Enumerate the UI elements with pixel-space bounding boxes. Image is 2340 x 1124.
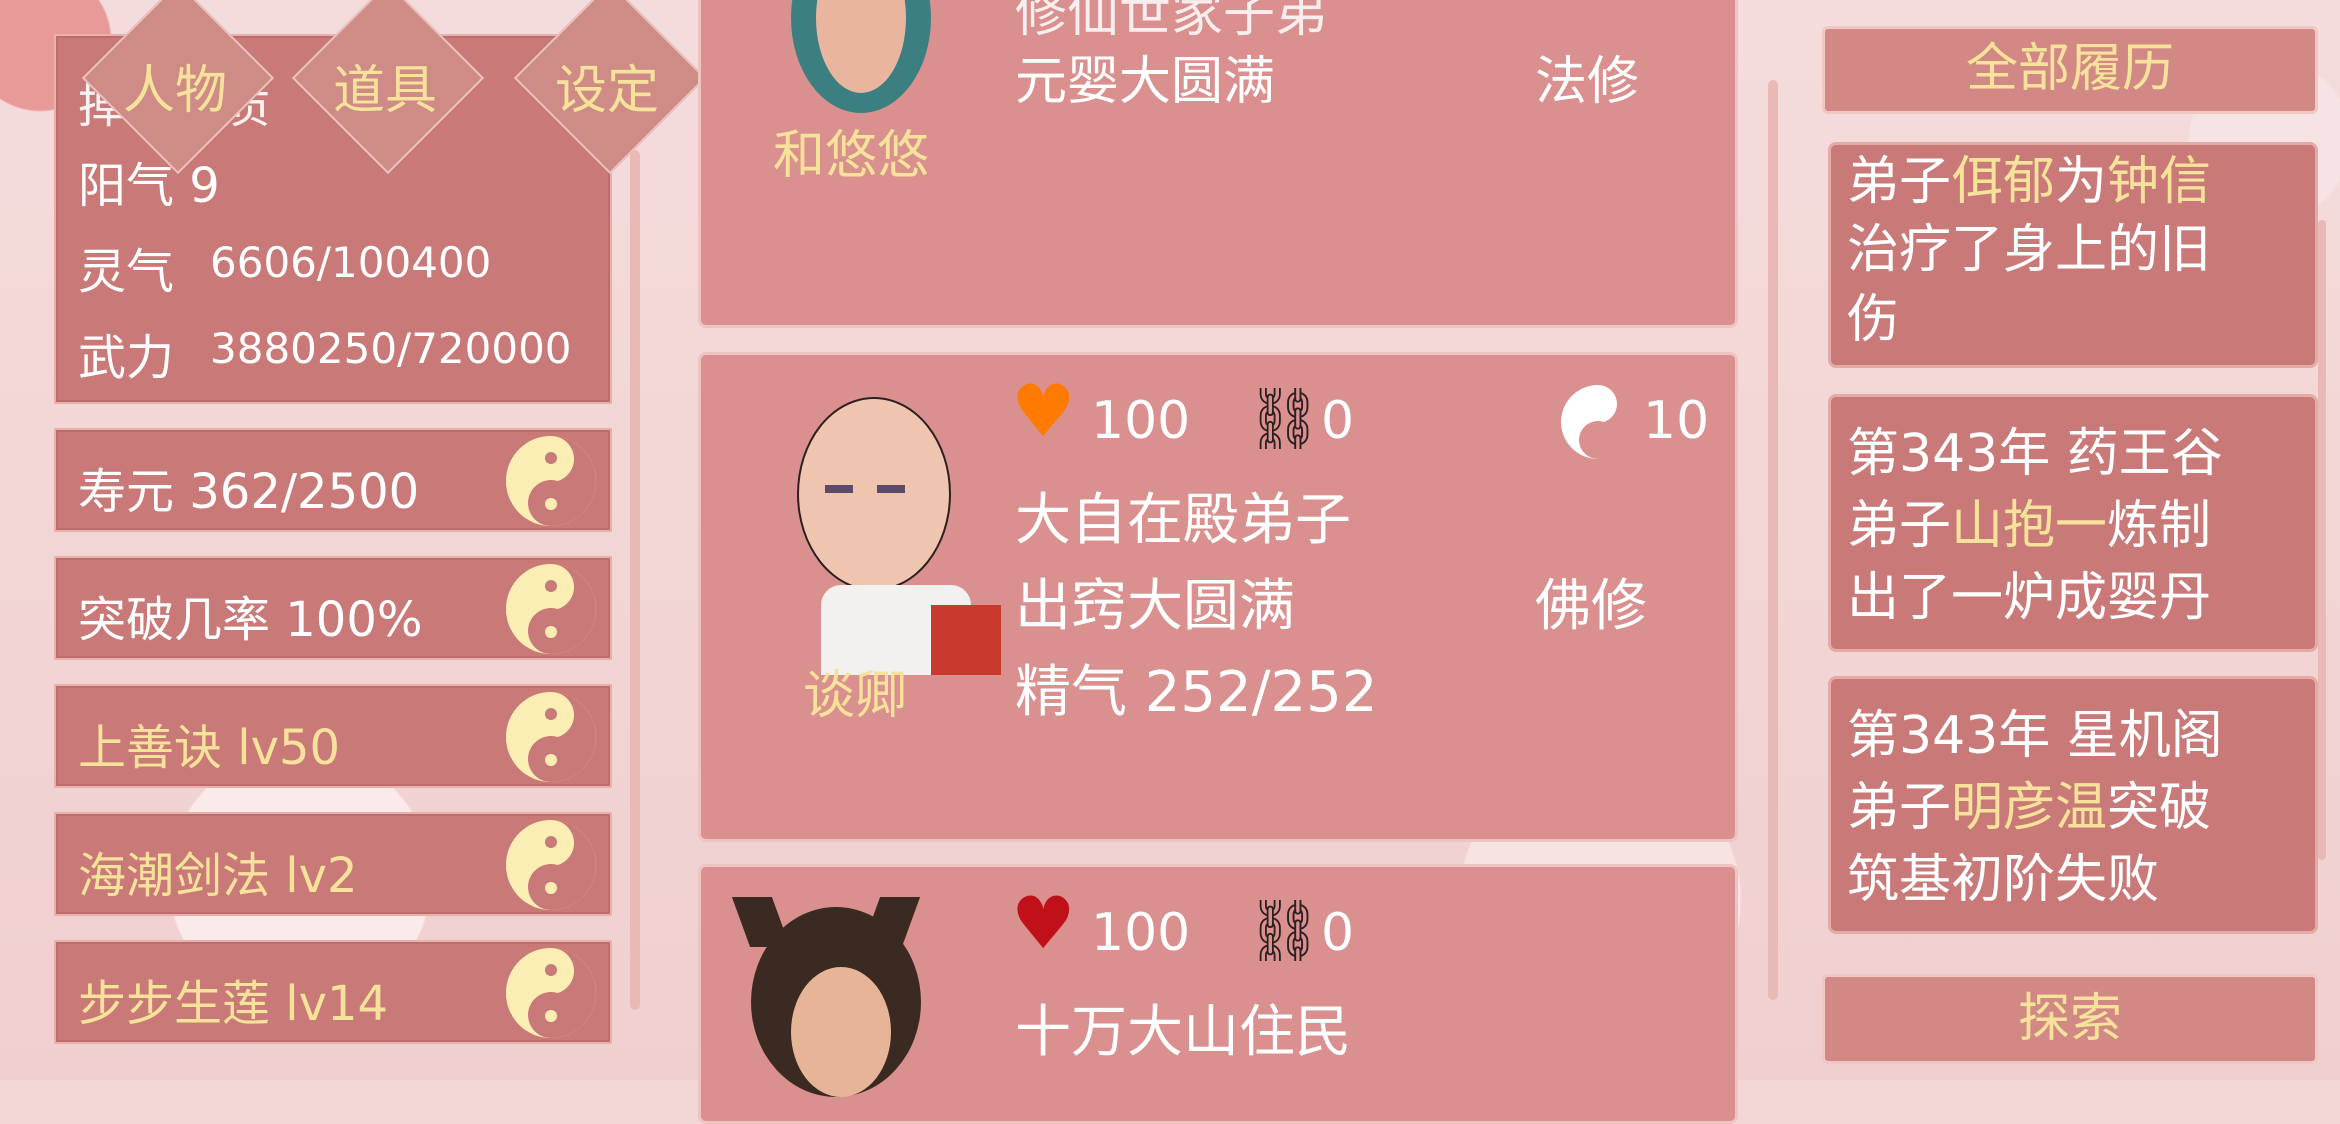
history-entry: 第343年 星机阁 弟子明彦温突破 筑基初阶失败 [1828,676,2318,934]
history-line: 治疗了身上的旧 [1847,220,2212,280]
history-line: 第343年 药王谷 [1847,424,2223,484]
character-realm: 元婴大圆满 [1015,52,1276,112]
character-card[interactable]: 和悠悠 修仙世家子弟 元婴大圆满 法修 [698,0,1738,328]
history-line: 第343年 星机阁 [1847,706,2223,766]
character-card[interactable]: 谈卿 ♥ 100 ⛓ 0 10 大自在殿弟子 出窍大圆满 佛修 精气 252/2… [698,352,1738,842]
shackles-value: 0 [1321,903,1355,963]
heart-icon: ♥ [1011,881,1076,965]
wu-li-label: 武力 [78,330,175,386]
history-line: 弟子山抱一炼制 [1847,496,2212,556]
shackles-icon: ⛓ [1246,384,1323,454]
history-scrollbar[interactable] [2318,220,2326,860]
yinyang-value: 10 [1643,391,1710,451]
attribute-row[interactable]: 步步生莲 lv14 [54,940,612,1044]
shackles-value: 0 [1321,391,1355,451]
favor-value: 100 [1091,391,1191,451]
attribute-row[interactable]: 寿元 362/2500 [54,428,612,532]
character-portrait [731,897,961,1097]
history-line: 弟子佴郁为钟信 [1847,152,2212,212]
left-scrollbar[interactable] [630,150,640,1010]
yinyang-icon[interactable] [506,436,596,526]
heart-icon: ♥ [1011,369,1076,453]
ling-qi-label: 灵气 [78,244,175,300]
history-line: 出了一炉成婴丹 [1847,568,2212,628]
yinyang-icon[interactable] [506,820,596,910]
explore-button[interactable]: 探索 [1822,974,2318,1064]
character-name: 和悠悠 [773,126,930,186]
menu-item-items[interactable]: 道具 [290,0,490,175]
character-portrait [761,385,1001,675]
middle-scrollbar[interactable] [1768,80,1778,1000]
yinyang-icon[interactable] [506,948,596,1038]
attribute-label: 海潮剑法 lv2 [78,848,358,904]
attribute-row[interactable]: 上善诀 lv50 [54,684,612,788]
character-path: 佛修 [1535,574,1647,639]
favor-value: 100 [1091,903,1191,963]
ling-qi-value: 6606/100400 [210,238,492,287]
character-realm: 出窍大圆满 [1015,574,1295,639]
menu-item-settings[interactable]: 设定 [512,0,712,175]
yinyang-icon[interactable] [506,564,596,654]
character-name: 谈卿 [803,666,908,726]
attribute-label: 突破几率 100% [78,592,423,648]
attribute-row[interactable]: 海潮剑法 lv2 [54,812,612,916]
attribute-row[interactable]: 突破几率 100% [54,556,612,660]
wu-li-value: 3880250/720000 [210,324,572,373]
attribute-label: 上善诀 lv50 [78,720,341,776]
history-line: 伤 [1847,290,1900,350]
history-line: 弟子明彦温突破 [1847,778,2212,838]
character-faction: 十万大山住民 [1015,1000,1351,1065]
yinyang-icon[interactable] [506,692,596,782]
character-essence: 精气 252/252 [1015,660,1378,725]
character-faction: 大自在殿弟子 [1015,488,1351,553]
yinyang-icon [1561,385,1635,459]
menu-item-character[interactable]: 人物 [80,0,280,175]
character-card[interactable]: ♥ 100 ⛓ 0 十万大山住民 [698,864,1738,1124]
shackles-icon: ⛓ [1246,896,1323,966]
all-history-button[interactable]: 全部履历 [1822,26,2318,114]
history-line: 筑基初阶失败 [1847,850,2160,910]
attribute-label: 步步生莲 lv14 [78,976,389,1032]
character-path: 法修 [1535,52,1640,112]
history-entry: 第343年 药王谷 弟子山抱一炼制 出了一炉成婴丹 [1828,394,2318,652]
history-entry: 弟子佴郁为钟信 治疗了身上的旧 伤 [1828,142,2318,368]
attribute-label: 寿元 362/2500 [78,464,420,520]
